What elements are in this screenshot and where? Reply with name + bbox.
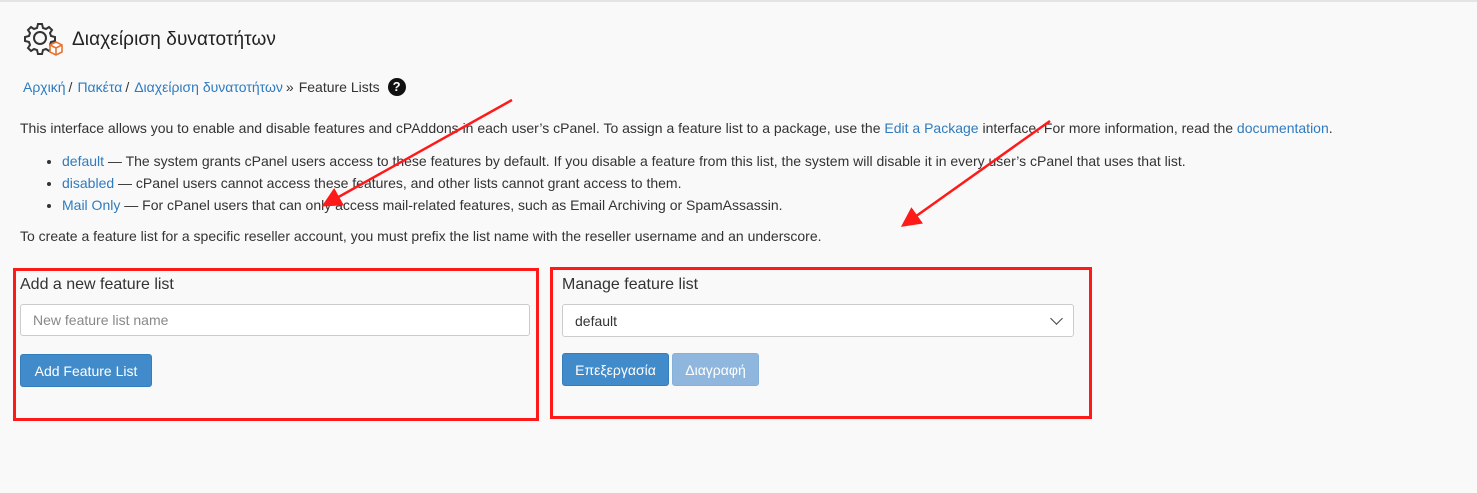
annotation-arrow	[321, 98, 513, 207]
annotation-arrows	[321, 98, 1051, 227]
annotation-arrow	[900, 119, 1051, 227]
